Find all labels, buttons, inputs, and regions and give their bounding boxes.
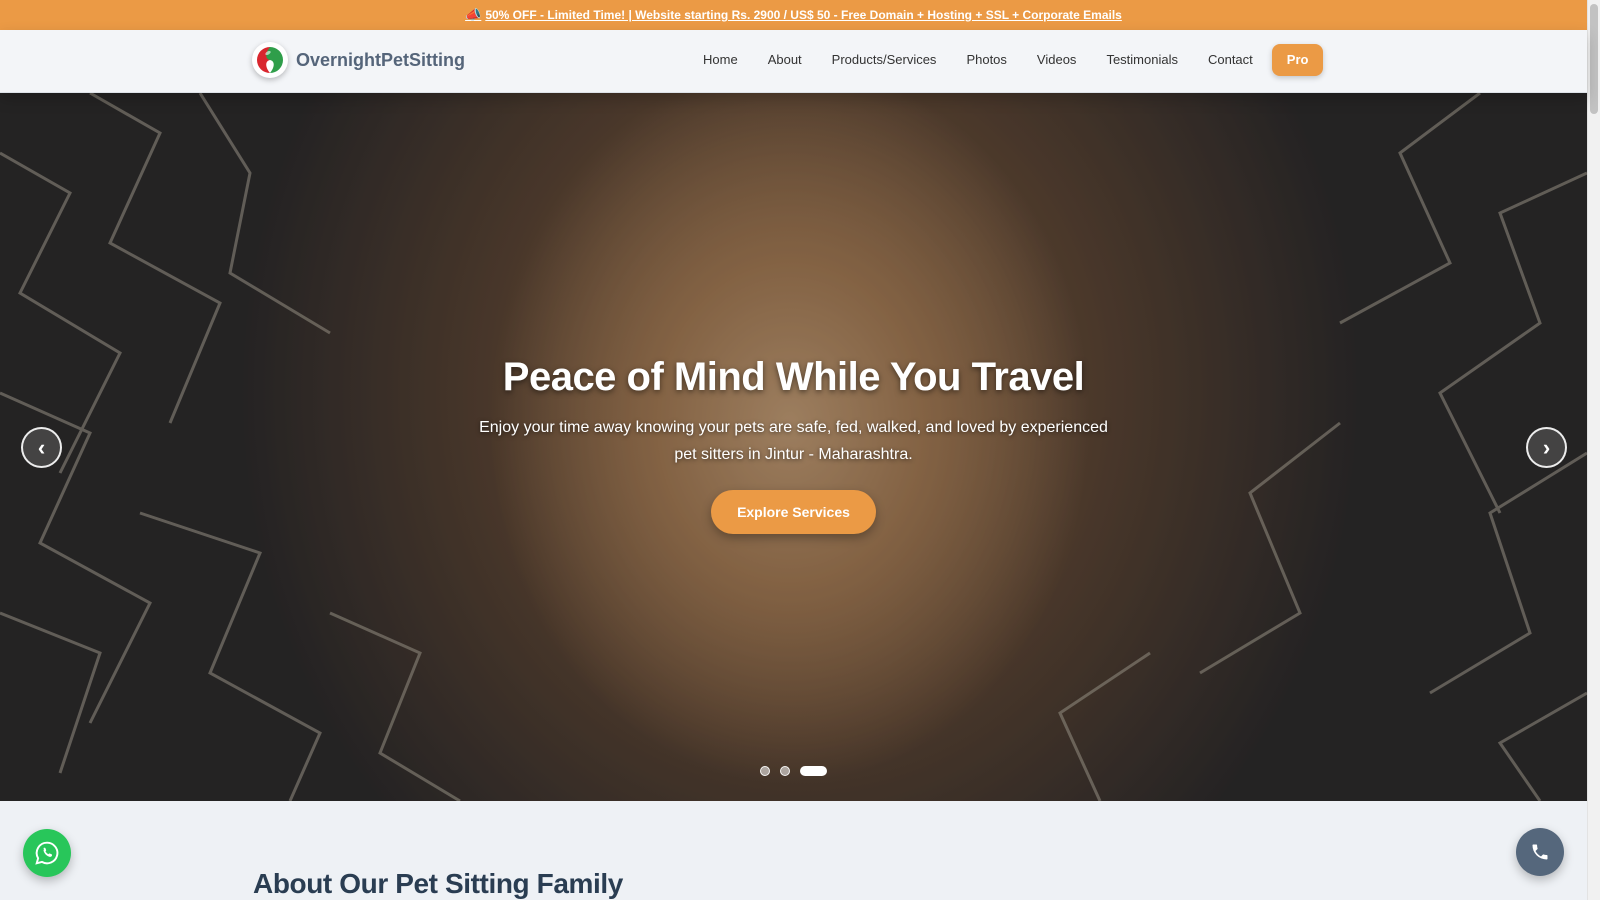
whatsapp-icon	[35, 841, 59, 865]
nav-home[interactable]: Home	[688, 44, 753, 76]
carousel-indicators	[760, 766, 827, 776]
nav-photos[interactable]: Photos	[951, 44, 1021, 76]
brand-link[interactable]: OvernightPetSitting	[252, 42, 465, 78]
chevron-right-icon: ›	[1542, 434, 1551, 460]
pro-button[interactable]: Pro	[1271, 44, 1324, 76]
explore-services-button[interactable]: Explore Services	[711, 490, 876, 534]
phone-icon	[1532, 844, 1548, 860]
phone-button[interactable]	[1516, 828, 1564, 876]
carousel-dot-1[interactable]	[760, 766, 770, 776]
carousel-dot-2[interactable]	[780, 766, 790, 776]
promo-bar: 📣 50% OFF - Limited Time! | Website star…	[0, 0, 1587, 30]
hero-subtitle: Enjoy your time away knowing your pets a…	[479, 419, 1108, 463]
navbar: OvernightPetSitting Home About Products/…	[0, 30, 1587, 93]
promo-link[interactable]: 📣 50% OFF - Limited Time! | Website star…	[465, 7, 1122, 23]
brand-logo-icon	[252, 42, 288, 78]
nav-testimonials[interactable]: Testimonials	[1091, 44, 1193, 76]
hero-title: Peace of Mind While You Travel	[502, 355, 1085, 399]
nav-products-services[interactable]: Products/Services	[817, 44, 952, 76]
promo-text: 50% OFF - Limited Time! | Website starti…	[485, 8, 1122, 22]
hero-carousel: Peace of Mind While You Travel Enjoy you…	[0, 93, 1587, 801]
chevron-left-icon: ‹	[37, 434, 46, 460]
hero-caption: Peace of Mind While You Travel Enjoy you…	[0, 355, 1587, 534]
nav-contact[interactable]: Contact	[1193, 44, 1268, 76]
megaphone-icon: 📣	[465, 7, 482, 22]
page-scrollbar[interactable]	[1587, 0, 1600, 900]
main-nav: Home About Products/Services Photos Vide…	[688, 44, 1324, 76]
scrollbar-thumb[interactable]	[1590, 4, 1598, 114]
whatsapp-button[interactable]	[23, 829, 71, 877]
carousel-dot-3[interactable]	[800, 766, 827, 776]
carousel-prev-button[interactable]: ‹	[21, 427, 62, 468]
brand-name: OvernightPetSitting	[296, 49, 466, 70]
nav-about[interactable]: About	[753, 44, 817, 76]
about-section-title: About Our Pet Sitting Family	[253, 868, 623, 899]
carousel-next-button[interactable]: ›	[1526, 427, 1567, 468]
nav-videos[interactable]: Videos	[1022, 44, 1092, 76]
